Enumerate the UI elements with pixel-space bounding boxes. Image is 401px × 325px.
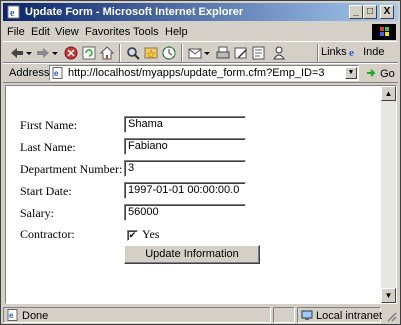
address-label: Address <box>9 67 50 79</box>
svg-text:e: e <box>349 47 354 57</box>
menu-tools[interactable]: Tools <box>133 26 159 38</box>
home-icon[interactable] <box>99 45 115 61</box>
first-name-field[interactable]: Shama <box>124 116 246 133</box>
history-icon[interactable] <box>161 45 177 61</box>
address-dropdown-icon[interactable]: ▼ <box>345 67 357 79</box>
maximize-button[interactable]: □ <box>363 5 377 19</box>
address-url: http://localhost/myapps/update_form.cfm?… <box>68 67 325 79</box>
status-bar: e Done Local intranet <box>3 306 398 324</box>
scroll-up-icon[interactable]: ▲ <box>381 86 396 101</box>
links-item-label: Inde <box>363 46 385 58</box>
page-content: First Name: Shama Last Name: Fabiano Dep… <box>5 85 397 304</box>
address-bar: Address e http://localhost/myapps/update… <box>3 63 398 83</box>
zone-panel: Local intranet <box>297 307 383 323</box>
window-title: Update Form - Microsoft Internet Explore… <box>25 6 244 18</box>
resize-grip-icon[interactable] <box>385 310 397 322</box>
svg-text:e: e <box>54 69 59 78</box>
toolbar-separator <box>317 44 319 62</box>
department-label: Department Number: <box>20 162 123 176</box>
scroll-down-icon[interactable]: ▼ <box>381 288 396 303</box>
department-field[interactable]: 3 <box>124 160 246 177</box>
windows-logo <box>372 24 396 40</box>
close-button[interactable]: X <box>380 5 394 19</box>
zone-text: Local intranet <box>316 310 383 322</box>
intranet-icon <box>301 310 313 320</box>
last-name-label: Last Name: <box>20 140 76 154</box>
toolbar-separator <box>119 44 121 62</box>
menu-edit[interactable]: Edit <box>31 26 50 38</box>
start-date-label: Start Date: <box>20 184 72 198</box>
status-panel-empty <box>273 307 295 323</box>
print-icon[interactable] <box>215 45 231 61</box>
svg-text:e: e <box>10 8 15 19</box>
messenger-icon[interactable] <box>271 45 287 61</box>
minimize-button[interactable]: _ <box>349 5 363 19</box>
discuss-icon[interactable] <box>251 45 267 61</box>
status-text: Done <box>22 310 49 322</box>
last-name-field[interactable]: Fabiano <box>124 138 246 155</box>
contractor-label: Contractor: <box>20 227 75 241</box>
links-label[interactable]: Links <box>321 46 347 58</box>
done-page-icon: e <box>7 309 18 321</box>
links-item[interactable]: e Inde <box>349 46 385 59</box>
standard-toolbar: Links e Inde <box>3 41 398 63</box>
favorites-icon[interactable] <box>143 45 159 61</box>
forward-icon[interactable] <box>35 45 51 61</box>
go-arrow-icon <box>367 69 376 77</box>
back-icon[interactable] <box>9 45 25 61</box>
svg-text:e: e <box>9 311 14 320</box>
refresh-icon[interactable] <box>81 45 97 61</box>
update-information-button[interactable]: Update Information <box>124 245 260 264</box>
menu-view[interactable]: View <box>55 26 79 38</box>
salary-label: Salary: <box>20 206 54 220</box>
address-input[interactable]: e http://localhost/myapps/update_form.cf… <box>49 65 359 81</box>
go-button[interactable]: Go <box>365 67 395 80</box>
vertical-scrollbar[interactable]: ▲ ▼ <box>381 86 396 303</box>
contractor-checkbox[interactable]: ✔ <box>127 230 138 241</box>
search-icon[interactable] <box>125 45 141 61</box>
first-name-label: First Name: <box>20 118 77 132</box>
stop-icon[interactable] <box>63 45 79 61</box>
menu-bar: File Edit View Favorites Tools Help <box>3 23 398 41</box>
menu-file[interactable]: File <box>7 26 25 38</box>
checkmark-icon: ✔ <box>128 230 137 240</box>
contractor-yes-label: Yes <box>142 227 160 241</box>
go-label: Go <box>380 68 395 80</box>
menu-help[interactable]: Help <box>165 26 188 38</box>
ie-link-icon: e <box>349 47 354 59</box>
mail-icon[interactable] <box>187 45 203 61</box>
browser-window: e Update Form - Microsoft Internet Explo… <box>0 0 401 325</box>
title-bar: e Update Form - Microsoft Internet Explo… <box>3 3 398 21</box>
page-icon: e <box>52 67 63 79</box>
menu-favorites[interactable]: Favorites <box>85 26 130 38</box>
mail-dropdown-icon[interactable] <box>203 45 211 61</box>
status-panel: e Done <box>3 307 271 323</box>
edit-icon[interactable] <box>233 45 249 61</box>
start-date-field[interactable]: 1997-01-01 00:00:00.0 <box>124 182 246 199</box>
forward-dropdown-icon[interactable] <box>51 45 59 61</box>
back-dropdown-icon[interactable] <box>25 45 33 61</box>
ie-page-icon: e <box>7 5 20 19</box>
toolbar-separator <box>181 44 183 62</box>
salary-field[interactable]: 56000 <box>124 204 246 221</box>
